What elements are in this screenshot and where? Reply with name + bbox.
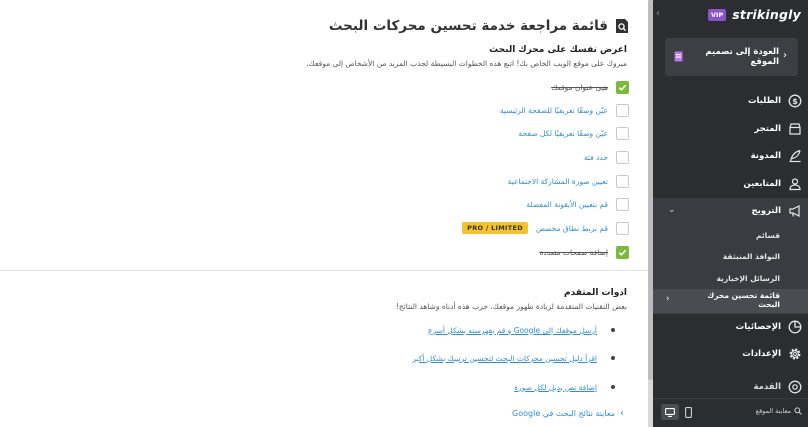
sidebar-item-settings[interactable]: الإعدادات [660,345,802,363]
advanced-link-seo-guide[interactable]: اقرأ دليل تحسين محركات البحث لتحسين ترتي… [412,354,597,363]
sidebar-item-store[interactable]: المتجر [660,120,802,138]
search-icon [794,407,802,415]
seo-document-icon [616,19,628,33]
task-label[interactable]: عيّن وصفًا تعريفيًا للصفحة الرئيسية [500,106,608,115]
google-preview-label[interactable]: معاينة نتائج البحث في Google [512,409,615,418]
gear-icon [789,348,801,360]
advanced-link-alt-text[interactable]: إضافة نص بديل لكل صورة [514,383,597,392]
task-custom-domain[interactable]: قم بربط نطاق مخصص PRO / LIMITED [462,221,629,235]
task-favicon[interactable]: قم بتعيين الأيقونة المفضلة [526,197,629,211]
task-checkbox[interactable] [616,150,629,164]
preview-site-button[interactable]: معاينة الموقع [756,407,802,415]
bullet-icon [611,328,615,332]
quill-icon [789,149,801,163]
task-label[interactable]: قم بربط نطاق مخصص [536,224,608,233]
section-title-search-engine: اعرض نفسك على محرك البحث [489,45,627,55]
chevron-down-icon[interactable]: ⌄ [668,205,676,215]
task-label[interactable]: تعيين صورة المشاركة الاجتماعية [508,177,608,186]
brand: VIP strikingly [708,7,801,22]
advanced-link-submit-google[interactable]: أرسل موقعك إلى Google و قم بفهرسته بشكل … [428,326,597,335]
list-item[interactable]: إضافة نص بديل لكل صورة [514,381,615,393]
task-label[interactable]: قم بتعيين الأيقونة المفضلة [526,200,608,209]
task-checkbox[interactable] [616,126,629,140]
bullet-icon [611,356,615,360]
page-header: قائمة مراجعة خدمة تحسين محركات البحث [329,18,629,34]
sidebar-item-label: المتجر [754,124,781,134]
sidebar-item-label: المدونة [750,151,781,161]
chevron-left-icon: ‹ [620,408,624,419]
desktop-view-button[interactable] [661,404,679,420]
sidebar-subitem-newsletters[interactable]: الرسائل الإخبارية [717,274,781,283]
task-checkbox[interactable] [616,103,629,117]
desktop-icon [665,407,675,417]
task-label[interactable]: حدد فئة [584,153,608,162]
chevron-right-icon: › [666,294,670,304]
section-description-advanced-tools: بعض التقنيات المتقدمة لزيادة ظهور موقعك.… [395,302,627,311]
task-category[interactable]: حدد فئة [584,150,629,164]
sidebar-item-promote[interactable]: الترويج [660,202,802,220]
sidebar-item-help[interactable]: القدمة [660,378,802,396]
task-checkbox[interactable] [616,80,629,94]
help-icon [788,380,802,394]
main-content: قائمة مراجعة خدمة تحسين محركات البحث اعر… [0,0,648,427]
task-checkbox[interactable] [616,245,629,259]
mobile-icon [684,406,692,418]
checkmark-icon [618,249,627,256]
task-label: هيئ عنوان موقعك [551,82,608,92]
task-homepage-meta-description[interactable]: عيّن وصفًا تعريفيًا للصفحة الرئيسية [500,103,629,117]
pie-chart-icon [788,320,802,334]
task-multiple-pages[interactable]: إضافة صفحات متعددة [539,245,629,259]
google-preview-link[interactable]: ‹ معاينة نتائج البحث في Google [512,408,624,419]
section-divider [0,270,648,271]
section-description-search-engine: مبروك على موقع الويب الخاص بك! اتبع هذه … [306,59,627,68]
sidebar-item-orders[interactable]: $ الطلبات [660,92,802,110]
task-page-meta-description[interactable]: عيّن وصفًا تعريفيًا لكل صفحة [519,126,629,140]
page-title: قائمة مراجعة خدمة تحسين محركات البحث [328,18,608,34]
page-editor-icon [674,51,683,62]
list-item[interactable]: أرسل موقعك إلى Google و قم بفهرسته بشكل … [428,324,615,336]
sidebar-item-followers[interactable]: المتابعين [660,175,802,193]
store-icon [789,123,801,135]
svg-text:$: $ [792,97,798,106]
preview-site-label: معاينة الموقع [755,407,791,415]
task-label[interactable]: عيّن وصفًا تعريفيًا لكل صفحة [519,129,608,138]
vip-badge: VIP [708,8,727,21]
task-social-share-image[interactable]: تعيين صورة المشاركة الاجتماعية [508,174,629,188]
collapse-sidebar-icon[interactable]: ‹ [653,8,663,19]
section-title-advanced-tools: ادوات المتقدم [563,288,627,298]
people-icon [789,178,801,191]
sidebar-item-blog[interactable]: المدونة [660,147,802,165]
megaphone-icon [789,205,800,217]
task-site-title[interactable]: هيئ عنوان موقعك [551,80,629,94]
task-checkbox[interactable] [616,174,629,188]
sidebar-item-analytics[interactable]: الإحصائيات [660,318,802,336]
sidebar-subitem-popups[interactable]: النوافذ المنبثقة [723,252,780,261]
back-to-site-editor-label: العودة إلى تصميم الموقع [705,47,779,67]
dollar-circle-icon: $ [788,94,802,108]
chevron-right-icon: › [783,50,787,61]
sidebar-subitem-seo-checklist[interactable]: قائمة تحسين محرك البحث [690,291,780,309]
sidebar-item-label: الإحصائيات [735,322,781,332]
bullet-icon [611,385,615,389]
list-item[interactable]: اقرأ دليل تحسين محركات البحث لتحسين ترتي… [412,352,615,364]
sidebar-item-label: الترويج [751,206,781,216]
sidebar-item-label: الطلبات [747,96,781,106]
sidebar-item-label: القدمة [753,382,781,392]
pro-limited-badge: PRO / LIMITED [462,222,528,234]
sidebar-item-label: المتابعين [743,179,781,189]
logo[interactable]: strikingly [732,7,801,22]
task-label: إضافة صفحات متعددة [539,247,608,257]
sidebar-item-label: الإعدادات [742,349,781,359]
back-to-site-editor-button[interactable]: العودة إلى تصميم الموقع › [665,38,798,76]
task-checkbox[interactable] [616,221,629,235]
sidebar-subitem-coupons[interactable]: قسائم [756,231,780,240]
checkmark-icon [618,84,627,91]
mobile-view-button[interactable] [682,404,694,420]
task-checkbox[interactable] [616,197,629,211]
